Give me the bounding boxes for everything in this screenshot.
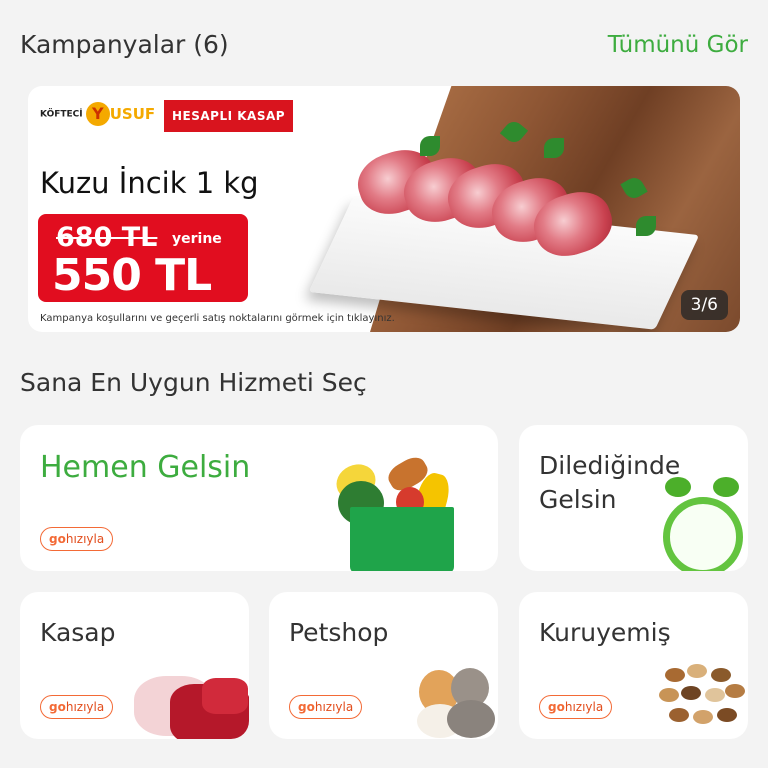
service-card-hemen-gelsin[interactable]: Hemen Gelsin gohızıyla [20, 425, 498, 571]
parsley-image [420, 136, 440, 156]
services-title: Sana En Uygun Hizmeti Seç [20, 368, 367, 397]
go-logo: go [49, 532, 66, 546]
hesapli-kasap-logo: HESAPLI KASAP [164, 100, 294, 132]
service-card-petshop[interactable]: Petshop gohızıyla [269, 592, 498, 739]
badge-text: hızıyla [314, 700, 354, 714]
go-hiziyla-badge: gohızıyla [40, 695, 114, 719]
campaigns-title: Kampanyalar (6) [20, 30, 229, 59]
old-price: 680 TL [56, 222, 158, 253]
card-title: Kuruyemiş [539, 618, 671, 647]
instead-label: yerine [172, 231, 222, 247]
service-card-kuruyemis[interactable]: Kuruyemiş gohızıyla [519, 592, 748, 739]
service-card-kasap[interactable]: Kasap gohızıyla [20, 592, 249, 739]
go-logo: go [548, 700, 565, 714]
kofteci-yusuf-logo: KÖFTECİ Y USUF [40, 102, 155, 126]
logo-mark: Y [85, 102, 110, 126]
price-box: 680 TL yerine 550 TL [38, 214, 248, 302]
go-hiziyla-badge: gohızıyla [40, 527, 114, 551]
badge-text: hızıyla [65, 532, 105, 546]
go-hiziyla-badge: gohızıyla [289, 695, 363, 719]
go-logo: go [49, 700, 66, 714]
new-price: 550 TL [52, 250, 212, 301]
go-hiziyla-badge: gohızıyla [539, 695, 613, 719]
service-card-diledigimde-gelsin[interactable]: Dilediğinde Gelsin [519, 425, 748, 571]
logo-name: USUF [109, 105, 156, 123]
parsley-image [544, 138, 564, 158]
logo-prefix: KÖFTECİ [40, 109, 83, 120]
card-title: Kasap [40, 618, 116, 647]
product-name: Kuzu İncik 1 kg [40, 166, 259, 200]
badge-text: hızıyla [65, 700, 105, 714]
campaign-banner[interactable]: KÖFTECİ Y USUF HESAPLI KASAP Kuzu İncik 1… [28, 86, 740, 332]
go-logo: go [298, 700, 315, 714]
banner-pager: 3/6 [680, 290, 728, 320]
parsley-image [636, 216, 656, 236]
card-title: Hemen Gelsin [40, 450, 251, 485]
campaign-disclaimer: Kampanya koşullarını ve geçerli satış no… [40, 313, 395, 324]
card-title: Petshop [289, 618, 389, 647]
badge-text: hızıyla [564, 700, 604, 714]
see-all-link[interactable]: Tümünü Gör [608, 32, 748, 58]
